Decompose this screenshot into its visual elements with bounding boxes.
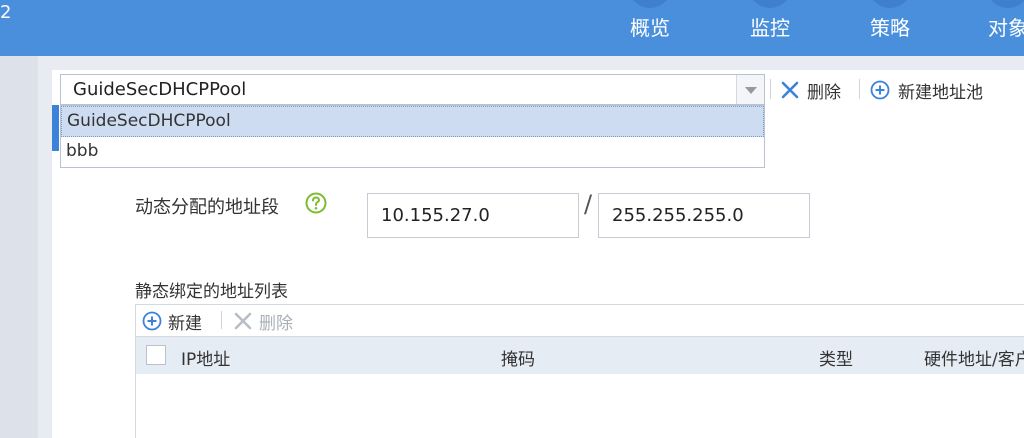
delete-pool-button[interactable]: 删除 [780,77,841,103]
brand-fragment: 2 [0,2,12,23]
new-pool-button[interactable]: 新建地址池 [870,77,983,103]
divider [859,79,860,99]
nav-overview[interactable]: 概览 [618,0,682,56]
plus-circle-icon [870,80,890,100]
nav-monitor[interactable]: 监控 [738,0,802,56]
pool-option[interactable]: bbb [61,137,764,168]
nav-objects-icon [986,0,1024,8]
nav-objects-label: 对象 [988,16,1024,40]
new-pool-label: 新建地址池 [898,82,983,103]
pool-option-selected[interactable]: GuideSecDHCPPool [61,106,764,137]
left-gutter [0,56,38,438]
select-all-checkbox[interactable] [146,345,166,365]
nav-monitor-label: 监控 [750,16,790,40]
nav-policy-icon [868,0,912,8]
column-header-mask[interactable]: 掩码 [501,345,535,370]
range-ip-input[interactable]: 10.155.27.0 [367,193,579,238]
static-list-label: 静态绑定的地址列表 [135,282,288,302]
range-separator: / [584,190,593,218]
column-header-ip[interactable]: IP地址 [181,345,230,370]
range-mask-input[interactable]: 255.255.255.0 [598,193,810,238]
static-binding-grid: 新建 删除 IP地址 掩码 类型 硬件地址/客户 [135,304,1024,438]
grid-header: IP地址 掩码 类型 硬件地址/客户 [136,336,1024,374]
pool-accent-bar [52,105,59,151]
divider [770,79,771,99]
divider [221,311,222,329]
close-icon [234,312,252,330]
nav-overview-label: 概览 [630,16,670,40]
pool-dropdown: GuideSecDHCPPool bbb [60,105,765,168]
chevron-down-icon[interactable] [736,75,764,104]
dynamic-range-label: 动态分配的地址段 [135,197,279,218]
column-header-type[interactable]: 类型 [819,345,853,370]
top-nav-bar: 2 概览 监控 策略 对象 [0,0,1024,56]
nav-overview-icon [628,0,672,8]
plus-circle-icon [142,311,162,331]
grid-toolbar: 新建 删除 [136,305,1024,336]
nav-monitor-icon [748,0,792,8]
delete-pool-label: 删除 [807,82,841,103]
column-header-hardware[interactable]: 硬件地址/客户 [924,345,1024,370]
delete-binding-button[interactable]: 删除 [233,308,293,334]
close-icon [781,81,799,99]
nav-objects[interactable]: 对象 [976,0,1024,56]
pool-select-value: GuideSecDHCPPool [73,79,247,100]
nav-policy-label: 策略 [870,16,910,40]
new-binding-button[interactable]: 新建 [142,308,202,334]
nav-policy[interactable]: 策略 [858,0,922,56]
pool-select[interactable]: GuideSecDHCPPool [60,74,765,105]
delete-binding-label: 删除 [259,313,293,334]
help-icon[interactable] [305,192,327,214]
new-binding-label: 新建 [168,313,202,334]
